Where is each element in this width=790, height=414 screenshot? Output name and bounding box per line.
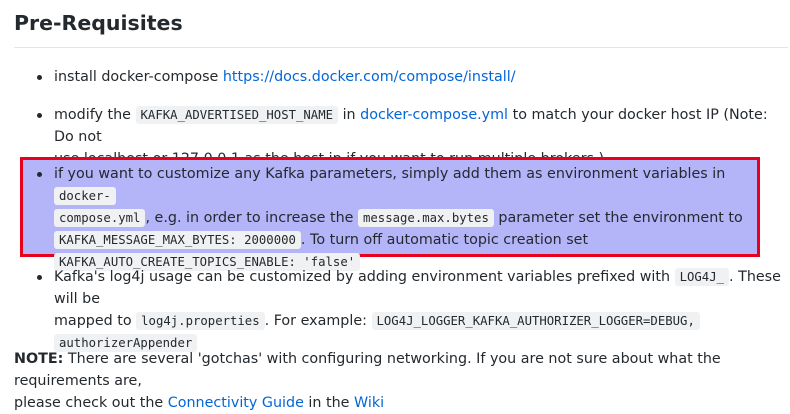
wiki-link[interactable]: Wiki [354,395,384,411]
networking-note: NOTE: There are several 'gotchas' with c… [14,348,784,414]
list-item-log4j: Kafka's log4j usage can be customized by… [37,266,784,354]
inline-code: LOG4J_ [674,268,729,286]
item-text: mapped to [54,313,137,329]
bullet-icon [37,275,42,280]
item-text: install docker-compose [54,69,223,85]
inline-code: LOG4J_LOGGER_KAFKA_AUTHORIZER_LOGGER=DEB… [371,312,700,330]
note-label: NOTE: [14,351,64,367]
note-text: please check out the [14,395,168,411]
inline-code: KAFKA_MESSAGE_MAX_BYTES: 2000000 [54,231,301,249]
list-item-install: install docker-compose https://docs.dock… [37,66,784,88]
item-text: modify the [54,107,136,123]
item-text: . To turn off automatic topic creation s… [300,232,589,248]
docker-compose-yml-link[interactable]: docker-compose.yml [360,107,508,123]
bullet-icon [37,172,42,177]
bullet-icon [37,75,42,80]
readme-page: Pre-Requisites install docker-compose ht… [0,0,790,411]
docker-compose-install-link[interactable]: https://docs.docker.com/compose/install/ [223,69,516,85]
item-text: if you want to customize any Kafka param… [54,166,726,182]
connectivity-guide-link[interactable]: Connectivity Guide [168,395,304,411]
item-text: parameter set the environment to [493,210,743,226]
section-heading: Pre-Requisites [14,11,183,35]
item-text: in [338,107,361,123]
inline-code: KAFKA_ADVERTISED_HOST_NAME [135,106,339,124]
item-text: . For example: [264,313,372,329]
heading-divider [14,47,788,48]
item-text: Kafka's log4j usage can be customized by… [54,269,675,285]
note-text: in the [303,395,355,411]
item-text: , e.g. in order to increase the [145,210,358,226]
inline-code: compose.yml [54,209,146,227]
inline-code: docker- [54,187,116,205]
inline-code: log4j.properties [136,312,265,330]
inline-code: message.max.bytes [358,209,494,227]
bullet-icon [37,113,42,118]
list-item-kafka-parameters: if you want to customize any Kafka param… [37,163,754,273]
note-text: There are several 'gotchas' with configu… [14,351,721,389]
